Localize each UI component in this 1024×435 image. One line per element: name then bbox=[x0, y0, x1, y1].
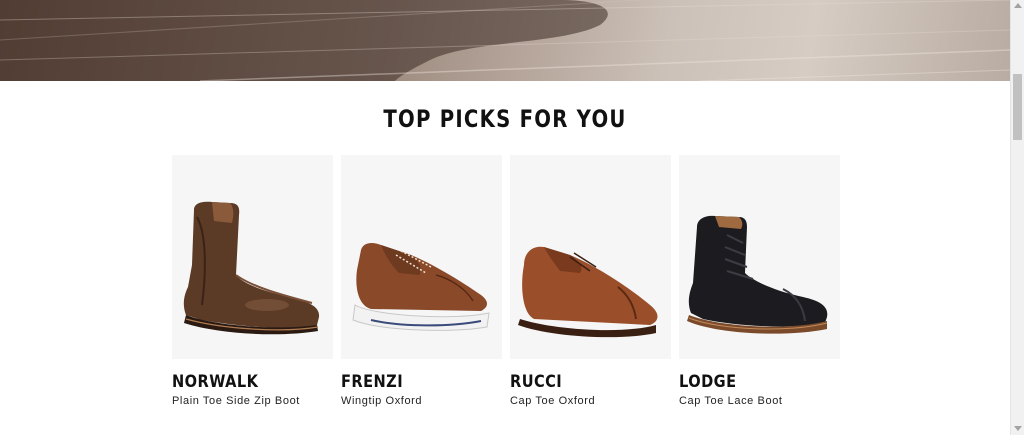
product-name[interactable]: FRENZI bbox=[341, 372, 479, 392]
product-name[interactable]: RUCCI bbox=[510, 372, 648, 392]
product-image[interactable] bbox=[172, 155, 333, 359]
scroll-down-icon[interactable] bbox=[1014, 426, 1022, 431]
brown-side-zip-boot-icon bbox=[183, 201, 320, 335]
scroll-up-icon[interactable] bbox=[1014, 3, 1022, 8]
hero-banner-image bbox=[0, 0, 1010, 81]
product-image[interactable] bbox=[341, 155, 502, 359]
product-name[interactable]: LODGE bbox=[679, 372, 817, 392]
product-image[interactable] bbox=[510, 155, 671, 359]
product-description: Plain Toe Side Zip Boot bbox=[172, 395, 300, 407]
product-card-rucci[interactable]: RUCCI Cap Toe Oxford bbox=[510, 155, 671, 407]
product-name[interactable]: NORWALK bbox=[172, 372, 310, 392]
black-cap-toe-lace-boot-icon bbox=[687, 215, 828, 334]
scrollbar-thumb[interactable] bbox=[1013, 74, 1022, 140]
brown-cap-toe-oxford-icon bbox=[518, 246, 658, 338]
product-card-lodge[interactable]: LODGE Cap Toe Lace Boot bbox=[679, 155, 840, 407]
product-description: Wingtip Oxford bbox=[341, 395, 423, 407]
section-title: TOP PICKS FOR YOU bbox=[383, 105, 627, 133]
product-image[interactable] bbox=[679, 155, 840, 359]
brown-wingtip-oxford-icon bbox=[352, 242, 490, 331]
product-card-frenzi[interactable]: FRENZI Wingtip Oxford bbox=[341, 155, 502, 407]
product-card-norwalk[interactable]: NORWALK Plain Toe Side Zip Boot bbox=[172, 155, 333, 407]
product-description: Cap Toe Oxford bbox=[510, 395, 596, 407]
page-scrollbar[interactable] bbox=[1010, 0, 1024, 435]
product-description: Cap Toe Lace Boot bbox=[679, 395, 783, 407]
